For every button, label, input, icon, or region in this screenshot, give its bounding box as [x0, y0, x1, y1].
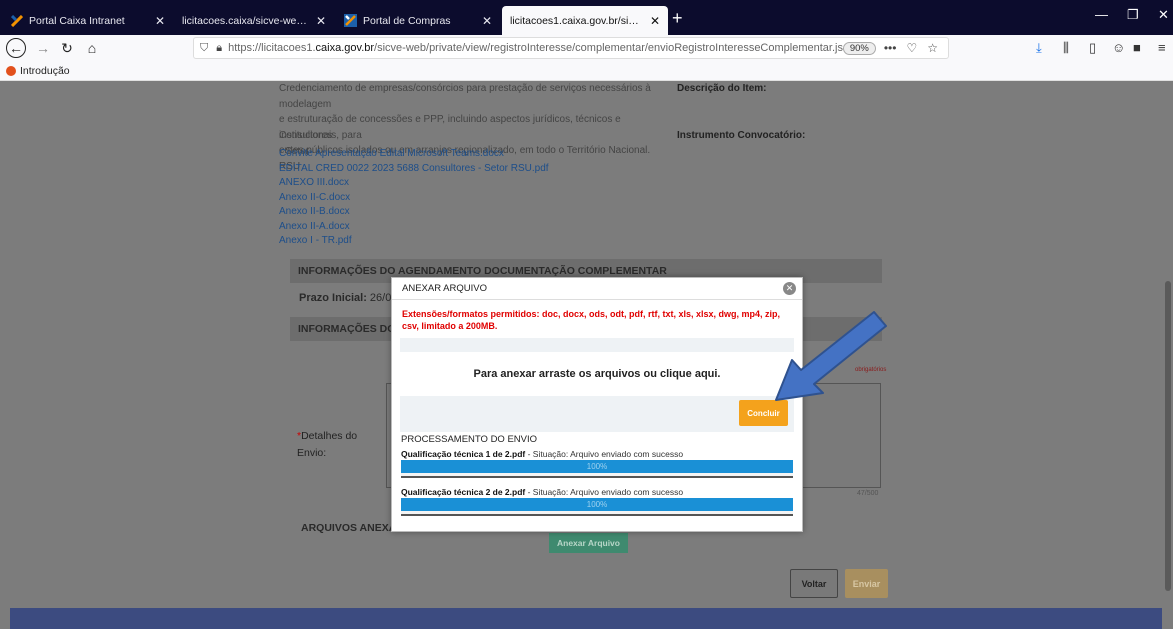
tab-label: licitacoes.caixa/sicve-web/private/ — [182, 14, 310, 27]
processing-title: PROCESSAMENTO DO ENVIO — [401, 434, 538, 445]
progress-bar: 100% — [401, 460, 793, 473]
char-count: 47/500 — [857, 490, 879, 497]
anexar-arquivo-modal: ANEXAR ARQUIVO ✕ Extensões/formatos perm… — [391, 277, 803, 532]
file-dropzone[interactable]: Para anexar arraste os arquivos ou cliqu… — [400, 352, 794, 396]
browser-nav-bar: ← → ↻ ⌂ ⛉ 🔒︎ https://licitacoes1.caixa.g… — [0, 35, 1173, 61]
file-link[interactable]: EDITAL CRED 0022 2023 5688 Consultores -… — [279, 162, 579, 177]
description-line: e estruturação de concessões e PPP, incl… — [279, 114, 621, 141]
enviar-button[interactable]: Enviar — [845, 569, 888, 598]
file-link[interactable]: Anexo II-B.docx — [279, 205, 579, 220]
tab-portal-caixa-intranet[interactable]: Portal Caixa Intranet ✕ — [2, 6, 173, 35]
modal-band — [400, 338, 794, 352]
url-text[interactable]: https://licitacoes1.caixa.gov.br/sicve-w… — [228, 42, 843, 54]
file-link[interactable]: ANEXO III.docx — [279, 176, 579, 191]
upload-item: Qualificação técnica 2 de 2.pdf - Situaç… — [401, 487, 793, 516]
progress-bar: 100% — [401, 498, 793, 511]
tab-label: licitacoes1.caixa.gov.br/sicve-web/ — [510, 14, 644, 27]
modal-title: ANEXAR ARQUIVO — [402, 283, 487, 294]
instrumento-label: Instrumento Convocatório: — [677, 130, 806, 141]
close-icon[interactable]: ✕ — [155, 14, 165, 28]
tab-portal-de-compras[interactable]: Portal de Compras ✕ — [336, 6, 500, 35]
anexados-title: ARQUIVOS ANEXAI — [301, 522, 400, 534]
progress-track — [401, 511, 793, 516]
tab-licitacoes-private[interactable]: licitacoes.caixa/sicve-web/private/ ✕ — [174, 6, 334, 35]
window-close-icon[interactable]: ✕ — [1158, 7, 1169, 23]
upload-line: Qualificação técnica 2 de 2.pdf - Situaç… — [401, 487, 684, 497]
caixa-x-icon — [344, 14, 357, 27]
lock-icon[interactable]: 🔒︎ — [216, 42, 222, 55]
description-line: Credenciamento de empresas/consórcios pa… — [279, 83, 651, 110]
extension-icon[interactable]: ■ — [1133, 40, 1141, 55]
account-icon[interactable]: ☺ — [1112, 40, 1125, 55]
zoom-level[interactable]: 90% — [842, 41, 876, 55]
bookmark-introducao[interactable]: Introdução — [20, 65, 70, 77]
footer-bar — [10, 608, 1162, 629]
pointer-arrow-icon — [775, 311, 887, 401]
firefox-icon — [6, 65, 16, 76]
anexar-arquivo-button[interactable]: Anexar Arquivo — [549, 533, 628, 553]
detalhes-label: *Detalhes do Envio: — [297, 430, 358, 459]
library-icon[interactable]: ⫼ — [1063, 40, 1069, 56]
close-icon[interactable]: ✕ — [482, 14, 492, 28]
file-link[interactable]: Anexo II-A.docx — [279, 220, 579, 235]
progress-track — [401, 473, 793, 478]
upload-line: Qualificação técnica 1 de 2.pdf - Situaç… — [401, 449, 684, 459]
back-arrow-icon[interactable]: ← — [6, 38, 26, 58]
caixa-x-icon — [10, 14, 23, 27]
tab-label: Portal Caixa Intranet — [29, 14, 125, 27]
browser-tab-bar: Portal Caixa Intranet ✕ licitacoes.caixa… — [0, 0, 1173, 35]
forward-arrow-icon[interactable]: → — [32, 37, 54, 59]
file-list: Convite Apresentação Edital Microsoft Te… — [279, 147, 579, 249]
file-link[interactable]: Anexo II-C.docx — [279, 191, 579, 206]
modal-header: ANEXAR ARQUIVO ✕ — [392, 278, 802, 300]
modal-actions — [400, 396, 794, 432]
close-icon[interactable]: ✕ — [316, 14, 326, 28]
sidebar-icon[interactable]: ▯ — [1089, 40, 1096, 56]
close-icon[interactable]: ✕ — [650, 14, 660, 28]
voltar-button[interactable]: Voltar — [790, 569, 838, 598]
file-link[interactable]: Convite Apresentação Edital Microsoft Te… — [279, 147, 579, 162]
pocket-icon[interactable]: ♡ — [906, 41, 917, 55]
page-actions-icon[interactable]: ••• — [884, 41, 897, 55]
minimize-icon[interactable]: — — [1095, 7, 1108, 22]
maximize-icon[interactable]: ❐ — [1127, 7, 1139, 23]
bookmarks-bar: Introdução — [0, 61, 1173, 81]
download-icon[interactable]: ⤓ — [1036, 40, 1042, 56]
home-icon[interactable]: ⌂ — [81, 37, 103, 59]
address-bar[interactable]: ⛉ 🔒︎ https://licitacoes1.caixa.gov.br/si… — [193, 37, 949, 59]
allowed-formats-text: Extensões/formatos permitidos: doc, docx… — [402, 309, 781, 332]
page-scrollbar[interactable] — [1165, 281, 1171, 591]
tab-label: Portal de Compras — [363, 14, 451, 27]
desc-item-label: Descrição do Item: — [677, 83, 767, 94]
bookmark-star-icon[interactable]: ☆ — [927, 41, 938, 55]
reload-icon[interactable]: ↻ — [56, 37, 78, 59]
file-link[interactable]: Anexo I - TR.pdf — [279, 234, 579, 249]
tab-licitacoes1-active[interactable]: licitacoes1.caixa.gov.br/sicve-web/ ✕ — [502, 6, 668, 35]
menu-icon[interactable]: ≡ — [1158, 40, 1166, 55]
new-tab-icon[interactable]: + — [672, 8, 683, 29]
close-icon[interactable]: ✕ — [783, 282, 796, 295]
upload-item: Qualificação técnica 1 de 2.pdf - Situaç… — [401, 449, 793, 478]
shield-icon[interactable]: ⛉ — [200, 42, 208, 55]
